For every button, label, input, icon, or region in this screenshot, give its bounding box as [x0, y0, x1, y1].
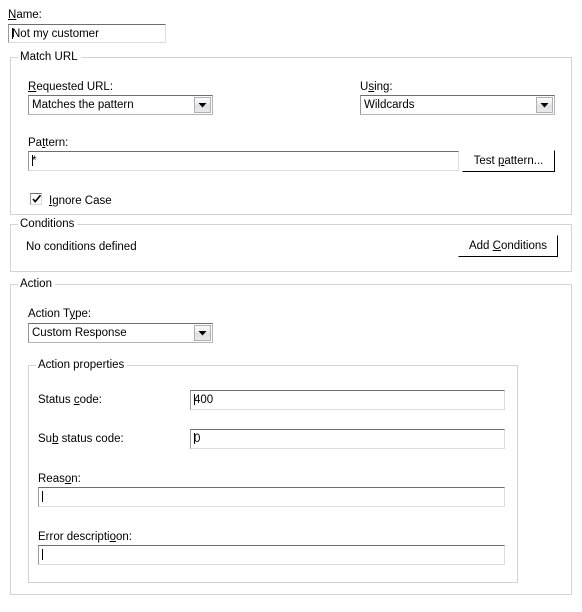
requested-url-value: Matches the pattern [32, 99, 134, 111]
status-code-label: Status code: [38, 393, 102, 407]
test-pattern-button-label: Test pattern... [473, 154, 544, 167]
reason-label-pre: Reas [38, 473, 65, 485]
ignore-case-label-rest: gnore Case [52, 195, 112, 207]
reason-label: Reason: [38, 472, 81, 486]
action-type-label-rest: pe: [75, 308, 92, 320]
action-group-title: Action [18, 278, 55, 291]
action-properties-group-title: Action properties [36, 359, 128, 372]
sub-status-code-value: 0 [194, 433, 201, 445]
text-caret [42, 549, 43, 560]
status-code-value: 400 [194, 394, 214, 406]
add-conditions-button[interactable]: Add Conditions [458, 235, 558, 257]
sub-status-code-label: Sub status code: [38, 432, 124, 446]
check-icon [32, 194, 42, 203]
name-input[interactable]: Not my customer [8, 24, 166, 43]
pattern-label-pre: Pa [28, 137, 43, 149]
using-label: Using: [360, 80, 393, 94]
action-type-label-pre: Action T [28, 308, 70, 320]
pattern-label: Pattern: [28, 136, 68, 150]
status-code-label-rest: ode: [79, 394, 102, 406]
sub-status-code-label-rest: status code: [58, 433, 124, 445]
action-type-label: Action Type: [28, 307, 91, 321]
conditions-group-title: Conditions [18, 218, 78, 231]
pattern-input[interactable]: * [28, 151, 459, 171]
name-label-rest: ame: [16, 9, 42, 21]
chevron-down-icon[interactable] [194, 97, 211, 113]
status-code-label-pre: Status [38, 394, 74, 406]
chevron-down-icon[interactable] [536, 97, 553, 113]
test-pattern-button[interactable]: Test pattern... [462, 150, 555, 172]
requested-url-label: Requested URL: [28, 80, 113, 94]
text-caret [42, 491, 43, 502]
error-description-label-pre: Error descripti [38, 531, 110, 543]
using-select[interactable]: Wildcards [360, 95, 555, 115]
add-conditions-mnemonic: C [492, 239, 501, 252]
requested-url-label-rest: equested URL: [36, 81, 114, 93]
action-type-value: Custom Response [32, 327, 127, 339]
reason-input[interactable] [38, 487, 505, 507]
sub-status-code-input[interactable]: 0 [190, 429, 505, 449]
name-label: Name: [8, 8, 42, 22]
add-conditions-button-rest: onditions [500, 239, 548, 252]
ignore-case-checkbox[interactable] [30, 193, 42, 205]
name-input-value: Not my customer [12, 28, 99, 40]
reason-label-rest: n: [71, 473, 81, 485]
action-type-select[interactable]: Custom Response [28, 323, 213, 343]
error-description-label: Error descriptioon: [38, 530, 132, 544]
pattern-input-value: * [32, 155, 37, 167]
add-conditions-button-label: Add Conditions [468, 239, 548, 252]
ignore-case-label[interactable]: Ignore Case [49, 194, 112, 208]
using-value: Wildcards [364, 99, 415, 111]
requested-url-select[interactable]: Matches the pattern [28, 95, 213, 115]
status-code-input[interactable]: 400 [190, 390, 505, 410]
match-url-group-title: Match URL [18, 51, 81, 64]
using-label-rest: ing: [374, 81, 393, 93]
chevron-down-icon[interactable] [194, 325, 211, 341]
conditions-empty-text: No conditions defined [26, 241, 137, 253]
error-description-label-rest: on: [115, 531, 132, 543]
pattern-label-rest: tern: [45, 137, 69, 149]
sub-status-code-label-pre: Su [38, 433, 53, 445]
test-pattern-button-rest: attern... [504, 154, 544, 167]
error-description-input[interactable] [38, 545, 505, 565]
